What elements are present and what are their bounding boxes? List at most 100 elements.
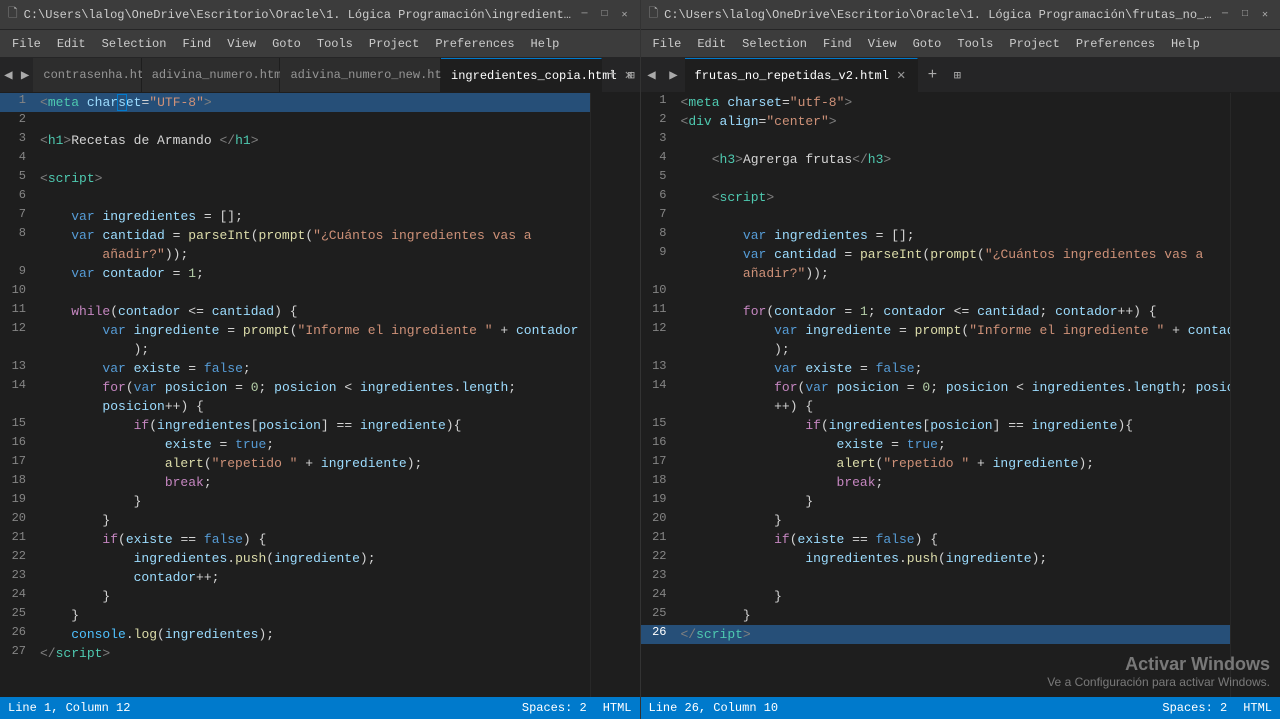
left-tab-adivina-new[interactable]: adivina_numero_new.html ✕ xyxy=(280,58,441,92)
left-menu-preferences[interactable]: Preferences xyxy=(427,33,522,55)
right-line-21: 21 if(existe == false) { xyxy=(641,530,1231,549)
left-menu-edit[interactable]: Edit xyxy=(49,33,94,55)
right-line-25: 25 } xyxy=(641,606,1231,625)
left-minimize-btn[interactable]: ─ xyxy=(578,8,592,22)
left-menu-selection[interactable]: Selection xyxy=(94,33,175,55)
left-menu-help[interactable]: Help xyxy=(523,33,568,55)
left-line-15: 15 if(ingredientes[posicion] == ingredie… xyxy=(0,416,590,435)
right-line-14b: ++) { xyxy=(641,397,1231,416)
right-menu-help[interactable]: Help xyxy=(1163,33,1208,55)
left-menu-tools[interactable]: Tools xyxy=(309,33,361,55)
right-tab-next[interactable]: ▶ xyxy=(663,58,685,92)
left-close-btn[interactable]: ✕ xyxy=(618,8,632,22)
right-menu-file[interactable]: File xyxy=(645,33,690,55)
right-title-text: C:\Users\lalog\OneDrive\Escritorio\Oracl… xyxy=(664,8,1212,22)
right-tab-prev[interactable]: ◀ xyxy=(641,58,663,92)
left-status-lang: HTML xyxy=(603,701,632,715)
left-menu-project[interactable]: Project xyxy=(361,33,427,55)
left-line-20: 20 } xyxy=(0,511,590,530)
right-line-9b: añadir?")); xyxy=(641,264,1231,283)
left-status-position: Line 1, Column 12 xyxy=(8,701,130,715)
right-minimap xyxy=(1230,93,1280,697)
left-tab-ingredientes[interactable]: ingredientes_copia.html ✕ xyxy=(441,58,602,92)
right-line-26: 26 </script> xyxy=(641,625,1231,644)
left-line-26: 26 console.log(ingredientes); xyxy=(0,625,590,644)
left-line-8: 8 var cantidad = parseInt(prompt("¿Cuánt… xyxy=(0,226,590,245)
right-file-icon: 🗋 xyxy=(649,4,659,25)
left-menu-view[interactable]: View xyxy=(219,33,264,55)
left-tab-adivina[interactable]: adivina_numero.html ✕ xyxy=(142,58,281,92)
left-line-3: 3 <h1>Recetas de Armando </h1> xyxy=(0,131,590,150)
right-tab-frutas-label: frutas_no_repetidas_v2.html xyxy=(695,69,889,83)
left-line-13: 13 var existe = false; xyxy=(0,359,590,378)
left-line-10: 10 xyxy=(0,283,590,302)
left-status-bar: Line 1, Column 12 Spaces: 2 HTML xyxy=(0,697,640,719)
right-menu-selection[interactable]: Selection xyxy=(734,33,815,55)
right-tab-add[interactable]: + xyxy=(918,58,946,92)
left-file-icon: 🗋 xyxy=(8,4,18,25)
right-menu-bar: File Edit Selection Find View Goto Tools… xyxy=(641,30,1280,58)
right-menu-edit[interactable]: Edit xyxy=(689,33,734,55)
left-line-8b: añadir?")); xyxy=(0,245,590,264)
left-tab-add[interactable]: + xyxy=(602,58,623,92)
right-tab-split[interactable]: ⊞ xyxy=(946,58,968,92)
right-line-18: 18 break; xyxy=(641,473,1231,492)
left-tab-split[interactable]: ⊞ xyxy=(623,58,640,92)
right-menu-preferences[interactable]: Preferences xyxy=(1068,33,1163,55)
left-menu-file[interactable]: File xyxy=(4,33,49,55)
left-line-12b: ); xyxy=(0,340,590,359)
left-line-18: 18 break; xyxy=(0,473,590,492)
left-code-area[interactable]: 1 <meta charset="UTF-8"> 2 3 <h1>Recetas… xyxy=(0,93,590,697)
right-line-13: 13 var existe = false; xyxy=(641,359,1231,378)
right-line-5: 5 xyxy=(641,169,1231,188)
left-tab-ingredientes-label: ingredientes_copia.html xyxy=(451,69,617,83)
left-line-21: 21 if(existe == false) { xyxy=(0,530,590,549)
right-line-17: 17 alert("repetido " + ingrediente); xyxy=(641,454,1231,473)
right-line-12b: ); xyxy=(641,340,1231,359)
left-line-17: 17 alert("repetido " + ingrediente); xyxy=(0,454,590,473)
right-tab-frutas[interactable]: frutas_no_repetidas_v2.html ✕ xyxy=(685,58,919,92)
right-status-spaces: Spaces: 2 xyxy=(1162,701,1227,715)
right-line-20: 20 } xyxy=(641,511,1231,530)
right-close-btn[interactable]: ✕ xyxy=(1258,8,1272,22)
right-line-12: 12 var ingrediente = prompt("Informe el … xyxy=(641,321,1231,340)
left-tab-contrasenha[interactable]: contrasenha.html xyxy=(33,58,141,92)
right-status-position: Line 26, Column 10 xyxy=(649,701,779,715)
right-tab-frutas-close[interactable]: ✕ xyxy=(895,69,907,83)
left-menu-goto[interactable]: Goto xyxy=(264,33,309,55)
left-line-19: 19 } xyxy=(0,492,590,511)
right-menu-project[interactable]: Project xyxy=(1001,33,1067,55)
right-menu-tools[interactable]: Tools xyxy=(949,33,1001,55)
left-status-spaces: Spaces: 2 xyxy=(522,701,587,715)
right-menu-goto[interactable]: Goto xyxy=(905,33,950,55)
left-maximize-btn[interactable]: □ xyxy=(598,8,612,22)
left-title-text: C:\Users\lalog\OneDrive\Escritorio\Oracl… xyxy=(24,8,572,22)
left-line-16: 16 existe = true; xyxy=(0,435,590,454)
right-tab-bar: ◀ ▶ frutas_no_repetidas_v2.html ✕ + ⊞ xyxy=(641,58,1280,93)
left-menu-bar: File Edit Selection Find View Goto Tools… xyxy=(0,30,640,58)
right-line-1: 1 <meta charset="utf-8"> xyxy=(641,93,1231,112)
left-title-bar: 🗋 C:\Users\lalog\OneDrive\Escritorio\Ora… xyxy=(0,0,640,30)
left-line-12: 12 var ingrediente = prompt("Informe el … xyxy=(0,321,590,340)
right-line-2: 2 <div align="center"> xyxy=(641,112,1231,131)
right-menu-find[interactable]: Find xyxy=(815,33,860,55)
left-line-24: 24 } xyxy=(0,587,590,606)
left-line-25: 25 } xyxy=(0,606,590,625)
right-line-6: 6 <script> xyxy=(641,188,1231,207)
left-line-9: 9 var contador = 1; xyxy=(0,264,590,283)
left-line-7: 7 var ingredientes = []; xyxy=(0,207,590,226)
left-line-23: 23 contador++; xyxy=(0,568,590,587)
left-tab-next[interactable]: ▶ xyxy=(17,58,34,92)
left-line-1: 1 <meta charset="UTF-8"> xyxy=(0,93,590,112)
right-line-15: 15 if(ingredientes[posicion] == ingredie… xyxy=(641,416,1231,435)
right-line-3: 3 xyxy=(641,131,1231,150)
right-line-24: 24 } xyxy=(641,587,1231,606)
right-line-9: 9 var cantidad = parseInt(prompt("¿Cuánt… xyxy=(641,245,1231,264)
left-tab-prev[interactable]: ◀ xyxy=(0,58,17,92)
right-minimize-btn[interactable]: ─ xyxy=(1218,8,1232,22)
right-maximize-btn[interactable]: □ xyxy=(1238,8,1252,22)
right-menu-view[interactable]: View xyxy=(860,33,905,55)
left-line-14: 14 for(var posicion = 0; posicion < ingr… xyxy=(0,378,590,397)
right-code-area[interactable]: 1 <meta charset="utf-8"> 2 <div align="c… xyxy=(641,93,1231,697)
left-menu-find[interactable]: Find xyxy=(174,33,219,55)
